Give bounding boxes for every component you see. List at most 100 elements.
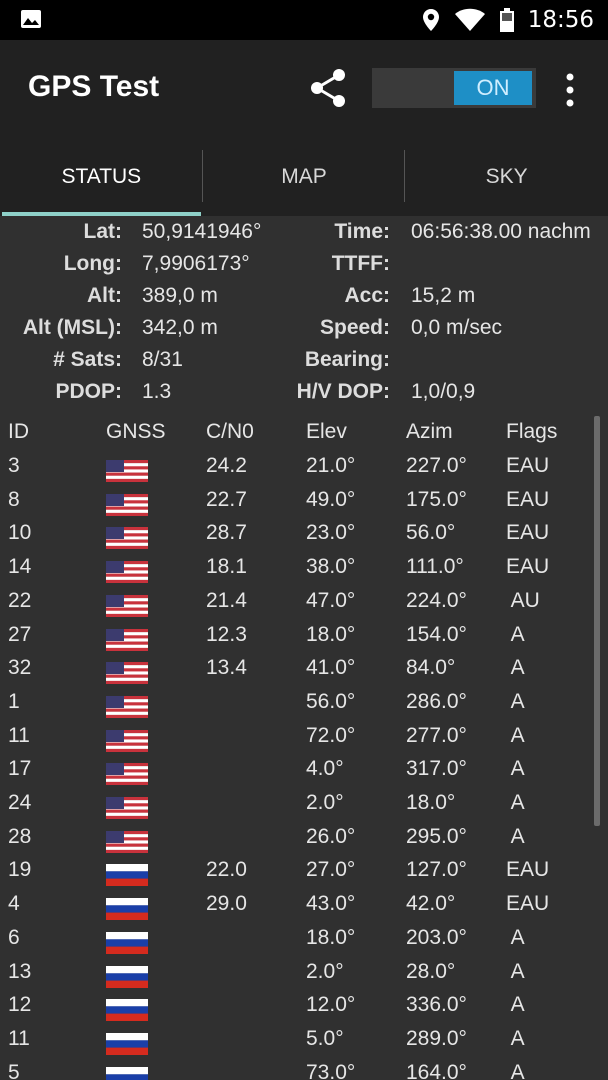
sat-azim: 42.0° (406, 892, 456, 916)
sat-elev: 21.0° (306, 454, 356, 477)
toggle-on-label: ON (454, 71, 532, 105)
sat-flags: EAU (506, 454, 550, 477)
info-row: Lat: 50,9141946° Time: 06:56:38.00 nachm (0, 220, 608, 252)
table-row: 27 12.3 18.0° 154.0° A (0, 623, 608, 657)
share-icon[interactable] (306, 66, 350, 110)
satellite-table[interactable]: ID GNSS C/N0 Elev Azim Flags 3 24.2 21.0° 2… (0, 416, 608, 1080)
tab-map-label: MAP (281, 165, 327, 188)
sat-elev: 18.0° (306, 622, 356, 646)
sat-flags: A (506, 993, 525, 1017)
sat-azim: 286.0° (406, 689, 467, 713)
gps-toggle[interactable]: ON (372, 68, 536, 108)
alt-msl-value: 342,0 m (142, 316, 218, 339)
sat-elev: 27.0° (306, 858, 356, 882)
usa-flag-icon (106, 628, 148, 651)
sat-id: 5 (8, 1060, 20, 1080)
russia-flag-icon (106, 864, 148, 887)
sat-flags: A (506, 791, 525, 814)
sat-id: 27 (8, 622, 32, 646)
more-options-icon[interactable] (558, 70, 582, 110)
sat-id: 3 (8, 454, 20, 477)
sat-cn0: 13.4 (206, 656, 247, 680)
sat-id: 32 (8, 656, 32, 680)
usa-flag-icon (106, 493, 148, 516)
sat-cn0: 21.4 (206, 588, 247, 612)
sat-flags: EAU (506, 892, 550, 916)
tab-sky-label: SKY (485, 165, 528, 188)
sat-id: 28 (8, 824, 32, 848)
acc-value: 15,2 m (411, 284, 476, 307)
sat-id: 10 (8, 521, 32, 545)
app-bar: GPS Test ON (0, 40, 608, 138)
sat-elev: 23.0° (306, 521, 356, 545)
table-row: 13 2.0° 28.0° A (0, 960, 608, 994)
sat-elev: 4.0° (306, 757, 344, 781)
alt-msl-label: Alt (MSL): (22, 316, 122, 339)
battery-icon (499, 8, 514, 32)
sat-flags: A (506, 656, 525, 680)
sat-elev: 41.0° (306, 656, 356, 680)
tab-map[interactable]: MAP (203, 138, 406, 216)
sat-flags: A (506, 1026, 525, 1050)
sat-cn0: 29.0 (206, 892, 247, 916)
table-row: 3 24.2 21.0° 227.0° EAU (0, 454, 608, 488)
sat-flags: A (506, 757, 525, 781)
table-row: 17 4.0° 317.0° A (0, 757, 608, 791)
status-bar: 18:56 (0, 0, 608, 40)
table-row: 11 5.0° 289.0° A (0, 1027, 608, 1061)
usa-flag-icon (106, 763, 148, 786)
info-row: # Sats: 8/31 Bearing: (0, 348, 608, 380)
time-label: Time: (334, 220, 390, 243)
usa-flag-icon (106, 830, 148, 853)
sat-id: 24 (8, 791, 32, 814)
sat-elev: 2.0° (306, 791, 344, 814)
sat-id: 12 (8, 993, 32, 1017)
wifi-icon (454, 8, 485, 31)
sat-flags: A (506, 925, 525, 949)
lat-label: Lat: (83, 220, 123, 243)
russia-flag-icon (106, 898, 148, 921)
sat-azim: 164.0° (406, 1060, 467, 1080)
sat-id: 6 (8, 925, 20, 949)
speed-value: 0,0 m/sec (411, 316, 503, 339)
usa-flag-icon (106, 527, 148, 550)
ttff-label: TTFF: (331, 252, 390, 275)
usa-flag-icon (106, 662, 148, 685)
sat-azim: 289.0° (406, 1026, 467, 1050)
header-id: ID (8, 420, 29, 443)
sat-elev: 56.0° (306, 689, 356, 713)
sat-elev: 12.0° (306, 993, 356, 1017)
sat-cn0: 12.3 (206, 622, 247, 646)
table-row: 1 56.0° 286.0° A (0, 690, 608, 724)
time-value: 06:56:38.00 nachm (411, 220, 591, 243)
header-elev: Elev (306, 420, 347, 443)
russia-flag-icon (106, 1066, 148, 1080)
sat-flags: A (506, 689, 525, 713)
sat-cn0: 18.1 (206, 555, 247, 579)
lat-value: 50,9141946° (142, 220, 262, 243)
sat-flags: A (506, 622, 525, 646)
sat-id: 14 (8, 555, 32, 579)
sat-elev: 18.0° (306, 925, 356, 949)
sat-elev: 49.0° (306, 487, 356, 511)
usa-flag-icon (106, 695, 148, 719)
sat-id: 11 (8, 1026, 30, 1050)
sat-flags: EAU (506, 858, 550, 882)
acc-label: Acc: (344, 284, 390, 307)
sat-azim: 336.0° (406, 993, 467, 1017)
location-icon (422, 9, 439, 31)
table-row: 11 72.0° 277.0° A (0, 724, 608, 758)
table-row: 4 29.0 43.0° 42.0° EAU (0, 892, 608, 926)
table-scrollbar[interactable] (594, 416, 600, 826)
russia-flag-icon (106, 931, 148, 954)
sat-azim: 227.0° (406, 454, 467, 477)
table-row: 19 22.0 27.0° 127.0° EAU (0, 858, 608, 892)
sat-azim: 84.0° (406, 656, 456, 680)
sat-id: 13 (8, 959, 32, 983)
tab-sky[interactable]: SKY (405, 138, 608, 216)
tab-status[interactable]: STATUS (0, 138, 203, 216)
sat-id: 1 (8, 689, 20, 713)
alt-value: 389,0 m (142, 284, 218, 307)
table-row: 24 2.0° 18.0° A (0, 791, 608, 825)
sat-elev: 72.0° (306, 723, 356, 747)
